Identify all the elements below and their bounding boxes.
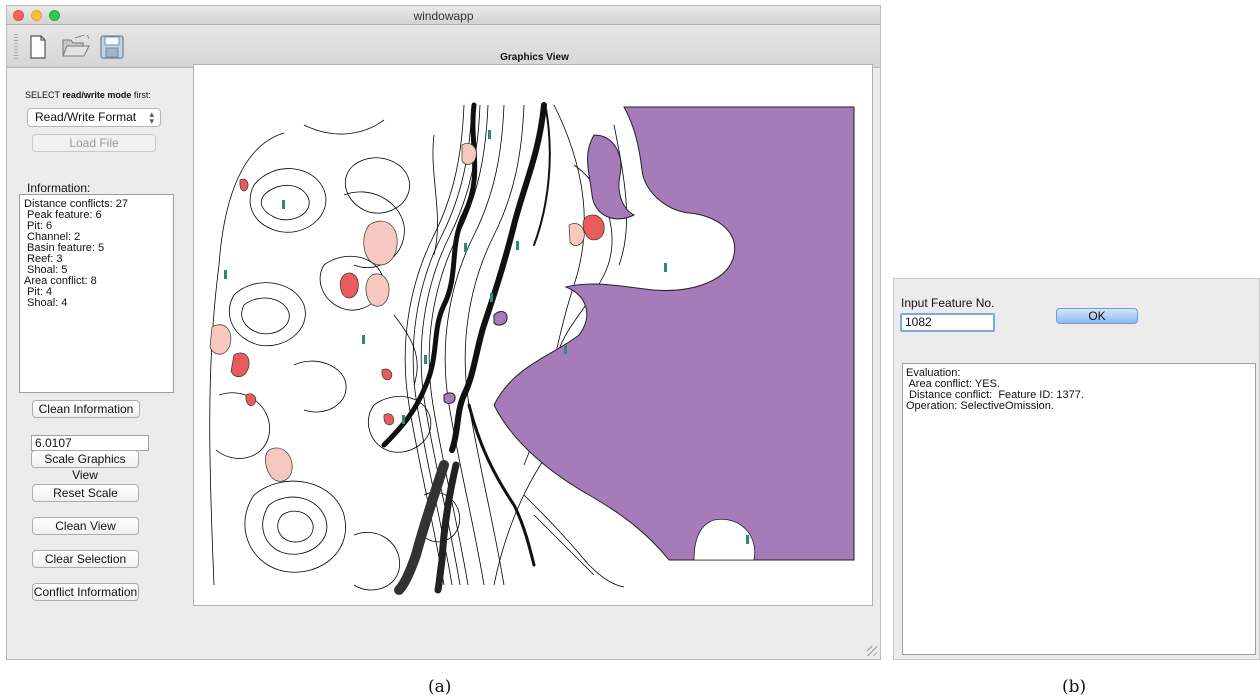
ok-button[interactable]: OK	[1056, 308, 1138, 324]
open-folder-icon	[62, 35, 90, 57]
window-title: windowapp	[413, 9, 474, 23]
graphics-view-title: Graphics View	[500, 52, 569, 63]
evaluation-dialog: Input Feature No. 1082 OK Evaluation: Ar…	[893, 278, 1260, 660]
title-bar[interactable]: windowapp	[7, 6, 880, 25]
info-line: Shoal: 4	[24, 297, 68, 309]
read-write-format-select[interactable]: Read/Write Format ▴ ▾	[27, 108, 161, 127]
new-file-icon	[30, 35, 46, 59]
feature-number-input[interactable]: 1082	[900, 313, 995, 332]
open-file-button[interactable]	[61, 32, 91, 62]
caption-b: (b)	[1062, 677, 1087, 697]
main-window: windowapp SELECT read/write mode first: …	[6, 5, 881, 660]
clean-view-button[interactable]: Clean View	[32, 517, 139, 535]
mode-instruction-prefix: SELECT	[25, 90, 63, 100]
scale-value-input[interactable]: 6.0107	[31, 435, 149, 451]
read-write-format-value: Read/Write Format	[35, 110, 137, 124]
mode-instruction: SELECT read/write mode first:	[25, 90, 151, 100]
clean-information-button[interactable]: Clean Information	[32, 400, 140, 418]
mode-instruction-bold: read/write mode	[62, 90, 132, 100]
mode-instruction-suffix: first:	[131, 90, 151, 100]
bathymetric-contour-map[interactable]	[194, 65, 872, 605]
scale-graphics-view-button[interactable]: Scale Graphics View	[31, 450, 139, 482]
conflict-information-button[interactable]: Conflict Information	[32, 583, 139, 601]
information-textbox[interactable]: Distance conflicts: 27 Peak feature: 6 P…	[19, 194, 174, 393]
information-label: Information:	[27, 181, 91, 195]
caption-a: (a)	[428, 677, 452, 697]
reset-scale-button[interactable]: Reset Scale	[32, 484, 139, 502]
chevron-up-down-icon: ▴ ▾	[149, 109, 154, 126]
new-file-button[interactable]	[23, 32, 53, 62]
load-file-button[interactable]: Load File	[32, 134, 156, 152]
save-file-button[interactable]	[97, 32, 127, 62]
evaluation-line: Operation: SelectiveOmission.	[906, 400, 1054, 412]
save-icon	[100, 35, 124, 59]
clear-selection-button[interactable]: Clear Selection	[32, 550, 139, 568]
graphics-view[interactable]	[193, 64, 873, 606]
window-resize-grip[interactable]	[867, 646, 877, 656]
evaluation-textbox[interactable]: Evaluation: Area conflict: YES. Distance…	[902, 363, 1256, 655]
feature-number-label: Input Feature No.	[901, 296, 995, 310]
toolbar-grip-handle[interactable]	[14, 34, 18, 60]
